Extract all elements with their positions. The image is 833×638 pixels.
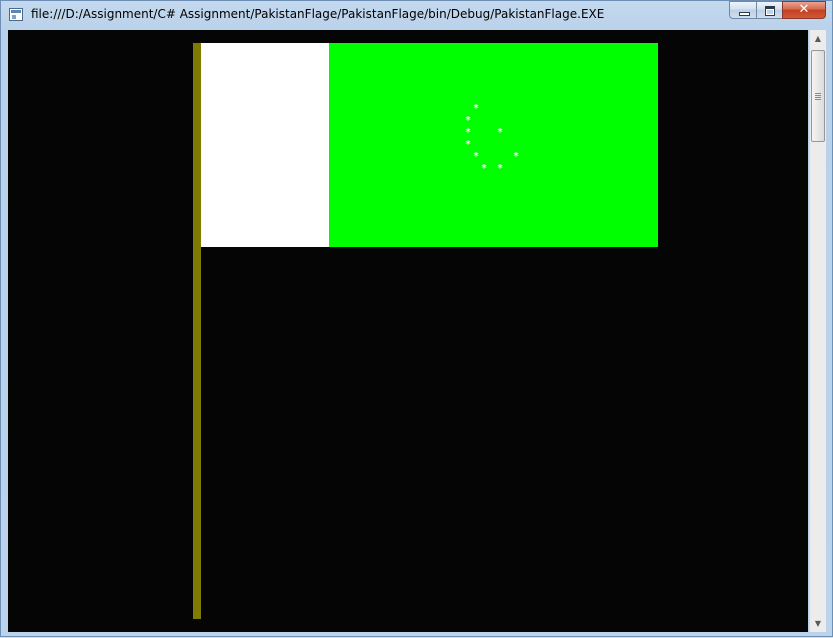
minimize-button[interactable]: [729, 1, 756, 19]
vertical-scrollbar[interactable]: ▲ ▼: [809, 30, 826, 632]
scroll-thumb[interactable]: [811, 50, 825, 142]
crescent-star: *: [465, 139, 472, 150]
crescent-star: *: [497, 163, 504, 174]
window-bottom-border[interactable]: [1, 632, 832, 638]
maximize-button[interactable]: [756, 1, 782, 19]
window-title: file:///D:/Assignment/C# Assignment/Paki…: [31, 7, 605, 21]
application-window: file:///D:/Assignment/C# Assignment/Paki…: [0, 0, 833, 637]
crescent-star: *: [473, 151, 480, 162]
maximize-icon: [765, 6, 775, 16]
flag-star: *: [497, 127, 504, 138]
caption-buttons: ✕: [729, 1, 826, 19]
crescent-star: *: [481, 163, 488, 174]
title-bar[interactable]: file:///D:/Assignment/C# Assignment/Paki…: [1, 1, 832, 30]
scroll-up-button[interactable]: ▲: [810, 30, 826, 47]
flag-star: *: [513, 151, 520, 162]
crescent-star: *: [465, 115, 472, 126]
grip-icon: [815, 93, 821, 100]
close-button[interactable]: ✕: [782, 1, 826, 19]
minimize-icon: [739, 12, 750, 16]
flag-pole: [193, 43, 201, 619]
scroll-down-button[interactable]: ▼: [810, 615, 826, 632]
close-icon: ✕: [798, 2, 810, 17]
crescent-star: *: [473, 103, 480, 114]
application-window-icon[interactable]: [9, 8, 23, 21]
drawing-canvas: * * * * * * * * *: [8, 30, 808, 632]
flag-green-field: [329, 43, 658, 247]
flag-white-band: [201, 43, 329, 247]
crescent-star: *: [465, 127, 472, 138]
